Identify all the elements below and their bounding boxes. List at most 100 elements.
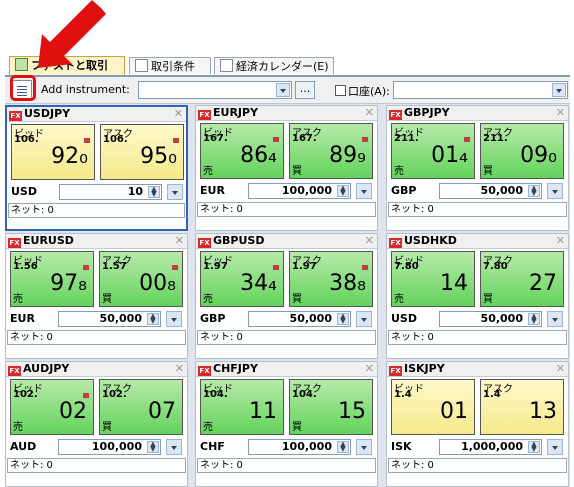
tab-economic-calendar[interactable]: 経済カレンダー(E) (214, 57, 334, 74)
fx-icon: FX (8, 366, 21, 376)
bid-quote-button[interactable]: ビッド 1.4 01 (391, 379, 475, 435)
chevron-down-icon[interactable] (552, 83, 566, 97)
currency-label: EUR (200, 184, 225, 197)
amount-input[interactable]: 50,000 ▲ ▼ (248, 311, 351, 327)
ask-quote-button[interactable]: アスク 1.57 00₈ 買 (99, 251, 183, 307)
amount-input[interactable]: 100,000 ▲ ▼ (248, 183, 351, 199)
amount-dropdown[interactable] (547, 311, 563, 327)
net-position: ネット: 0 (7, 458, 186, 473)
ask-quote-button[interactable]: アスク 211. 09₀ 買 (480, 123, 564, 179)
close-icon[interactable]: ✕ (556, 106, 565, 120)
quote-panel[interactable]: FX EURJPY ✕ ビッド 167. 86₄ 売 アスク 167. 89₉ 買… (195, 105, 378, 231)
panel-title: FX GBPUSD ✕ (196, 234, 377, 249)
trend-flag-icon (362, 265, 368, 270)
tab-trade-conditions[interactable]: 取引条件 (129, 57, 211, 74)
ask-quote-button[interactable]: アスク 106. 95₀ (100, 124, 184, 180)
ask-quote-button[interactable]: アスク 1.4 13 (480, 379, 564, 435)
panel-title: FX ISKJPY ✕ (387, 362, 568, 377)
currency-label: AUD (10, 440, 37, 453)
spinner-icon[interactable]: ▲ ▼ (337, 313, 349, 325)
net-position: ネット: 0 (388, 458, 567, 473)
currency-label: USD (11, 185, 37, 198)
bid-quote-button[interactable]: ビッド 211. 01₄ 売 (391, 123, 475, 179)
more-button[interactable]: ... (295, 81, 315, 99)
amount-dropdown[interactable] (547, 439, 563, 455)
fx-icon: FX (389, 110, 402, 120)
quote-panel[interactable]: FX USDHKD ✕ ビッド 7.80 14 売 アスク 7.80 27 買 U… (386, 233, 569, 359)
ask-quote-button[interactable]: アスク 7.80 27 買 (480, 251, 564, 307)
account-combo[interactable] (393, 81, 568, 99)
amount-dropdown[interactable] (167, 184, 183, 200)
ask-quote-button[interactable]: アスク 167. 89₉ 買 (289, 123, 373, 179)
quote-panel[interactable]: FX GBPUSD ✕ ビッド 1.97 34₄ 売 アスク 1.97 38₈ 買… (195, 233, 378, 359)
amount-input[interactable]: 1,000,000 ▲ ▼ (439, 439, 542, 455)
close-icon[interactable]: ✕ (175, 234, 184, 248)
close-icon[interactable]: ✕ (365, 362, 374, 376)
close-icon[interactable]: ✕ (174, 107, 183, 121)
close-icon[interactable]: ✕ (365, 234, 374, 248)
net-position: ネット: 0 (8, 203, 185, 218)
amount-input[interactable]: 50,000 ▲ ▼ (58, 311, 161, 327)
red-arrow-annotation (38, 0, 106, 68)
account-checkbox[interactable] (335, 85, 346, 96)
amount-input[interactable]: 50,000 ▲ ▼ (439, 311, 542, 327)
trend-flag-icon (83, 265, 89, 270)
bid-quote-button[interactable]: ビッド 7.80 14 売 (391, 251, 475, 307)
quote-panel[interactable]: FX GBPJPY ✕ ビッド 211. 01₄ 売 アスク 211. 09₀ 買… (386, 105, 569, 231)
bid-quote-button[interactable]: ビッド 104. 11 売 (200, 379, 284, 435)
close-icon[interactable]: ✕ (365, 106, 374, 120)
currency-label: USD (391, 312, 417, 325)
net-position: ネット: 0 (197, 330, 376, 345)
fx-icon: FX (389, 366, 402, 376)
amount-dropdown[interactable] (547, 183, 563, 199)
bid-quote-button[interactable]: ビッド 106. 92₀ (11, 124, 95, 180)
chevron-down-icon[interactable] (276, 83, 290, 97)
quote-panel[interactable]: FX USDJPY ✕ ビッド 106. 92₀ アスク 106. 95₀ USD… (5, 105, 188, 231)
spinner-icon[interactable]: ▲ ▼ (528, 313, 540, 325)
currency-label: EUR (10, 312, 35, 325)
trading-window: ファストと取引 取引条件 経済カレンダー(E) Add instrument: … (5, 55, 570, 487)
currency-label: GBP (200, 312, 226, 325)
bid-quote-button[interactable]: ビッド 167. 86₄ 売 (200, 123, 284, 179)
ask-quote-button[interactable]: アスク 102. 07 買 (99, 379, 183, 435)
fx-icon: FX (198, 366, 211, 376)
fx-icon: FX (389, 238, 402, 248)
ask-quote-button[interactable]: アスク 104. 15 買 (289, 379, 373, 435)
spinner-icon[interactable]: ▲ ▼ (337, 185, 349, 197)
trend-flag-icon (84, 138, 90, 143)
bid-quote-button[interactable]: ビッド 102. 02 売 (10, 379, 94, 435)
amount-input[interactable]: 50,000 ▲ ▼ (439, 183, 542, 199)
close-icon[interactable]: ✕ (556, 234, 565, 248)
fx-icon: FX (9, 111, 22, 121)
fx-icon: FX (8, 238, 21, 248)
account-label: 口座(A): (335, 83, 390, 99)
spinner-icon[interactable]: ▲ ▼ (528, 185, 540, 197)
bid-quote-button[interactable]: ビッド 1.56 97₈ 売 (10, 251, 94, 307)
amount-dropdown[interactable] (356, 311, 372, 327)
amount-dropdown[interactable] (356, 183, 372, 199)
spinner-icon[interactable]: ▲ ▼ (148, 186, 160, 198)
spinner-icon[interactable]: ▲ ▼ (147, 441, 159, 453)
quote-panel[interactable]: FX CHFJPY ✕ ビッド 104. 11 売 アスク 104. 15 買 C… (195, 361, 378, 487)
amount-dropdown[interactable] (356, 439, 372, 455)
amount-input[interactable]: 10 ▲ ▼ (59, 184, 162, 200)
amount-input[interactable]: 100,000 ▲ ▼ (248, 439, 351, 455)
net-position: ネット: 0 (197, 458, 376, 473)
currency-label: CHF (200, 440, 225, 453)
panel-title: FX CHFJPY ✕ (196, 362, 377, 377)
close-icon[interactable]: ✕ (175, 362, 184, 376)
quote-panel[interactable]: FX ISKJPY ✕ ビッド 1.4 01 アスク 1.4 13 ISK 1,0… (386, 361, 569, 487)
amount-dropdown[interactable] (166, 311, 182, 327)
instrument-combo[interactable] (138, 81, 292, 99)
amount-input[interactable]: 100,000 ▲ ▼ (58, 439, 161, 455)
ask-quote-button[interactable]: アスク 1.97 38₈ 買 (289, 251, 373, 307)
quote-panel[interactable]: FX EURUSD ✕ ビッド 1.56 97₈ 売 アスク 1.57 00₈ 買… (5, 233, 188, 359)
spinner-icon[interactable]: ▲ ▼ (337, 441, 349, 453)
quote-panel[interactable]: FX AUDJPY ✕ ビッド 102. 02 売 アスク 102. 07 買 A… (5, 361, 188, 487)
amount-dropdown[interactable] (166, 439, 182, 455)
spinner-icon[interactable]: ▲ ▼ (528, 441, 540, 453)
bid-quote-button[interactable]: ビッド 1.97 34₄ 売 (200, 251, 284, 307)
fx-icon: FX (198, 110, 211, 120)
spinner-icon[interactable]: ▲ ▼ (147, 313, 159, 325)
close-icon[interactable]: ✕ (556, 362, 565, 376)
